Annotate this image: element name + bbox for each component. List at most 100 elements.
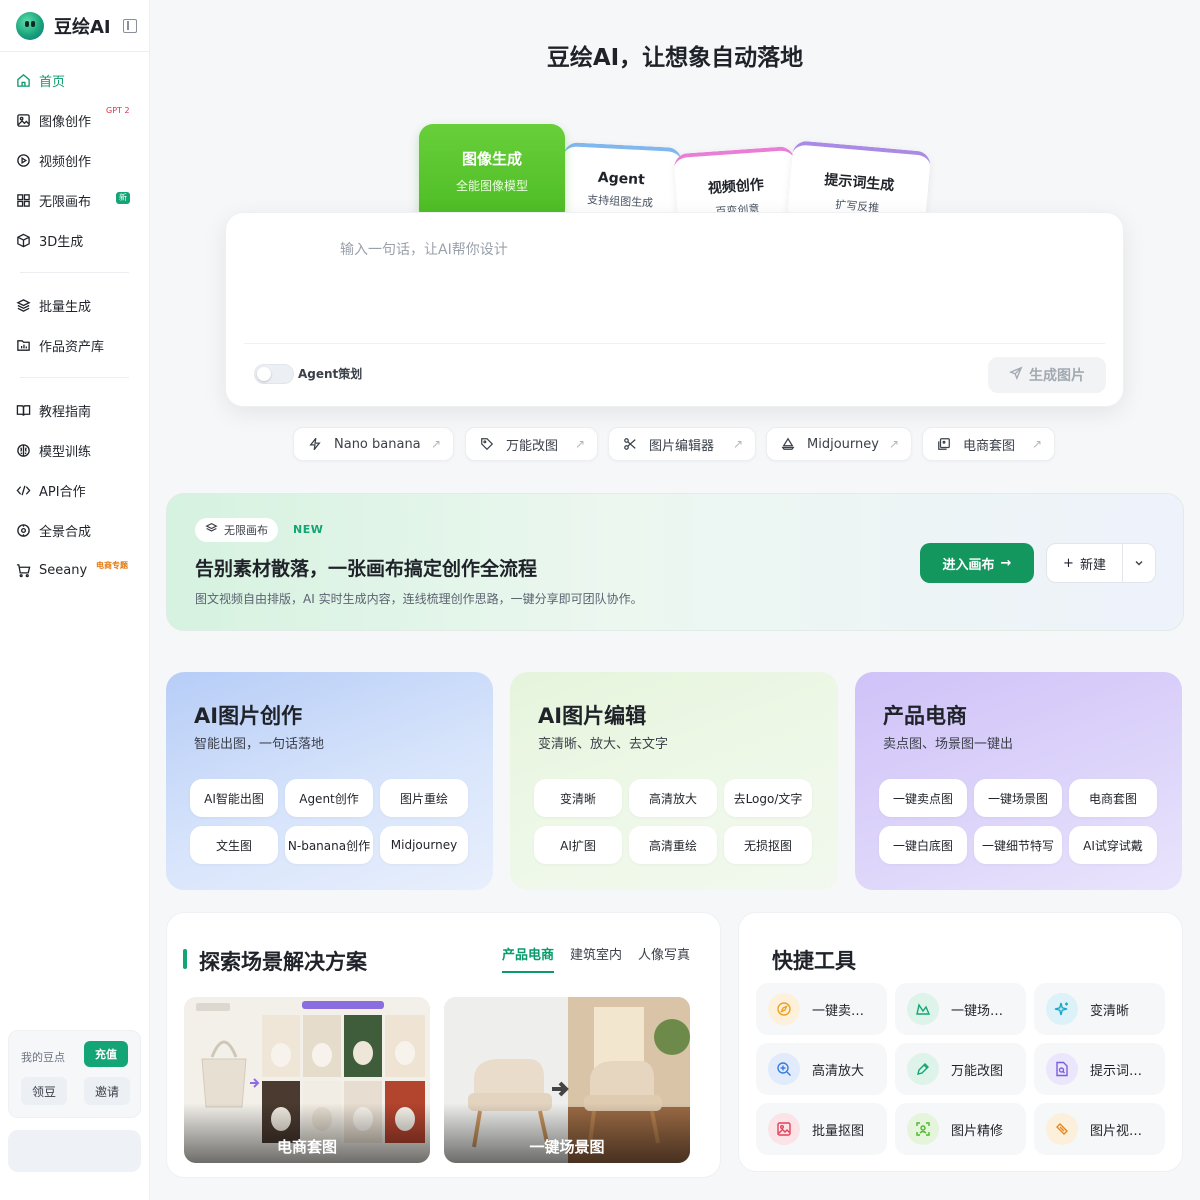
gallery-icon: [937, 437, 951, 451]
chevron-down-icon[interactable]: [1123, 558, 1155, 568]
banner-description: 图文视频自由排版，AI 实时生成内容，连线梳理创作思路，一键分享即可团队协作。: [195, 592, 643, 606]
new-canvas-main[interactable]: + 新建: [1047, 544, 1123, 582]
sidebar-item-label: API合作: [39, 484, 86, 500]
sidebar-item-infinite-canvas[interactable]: 无限画布 新: [0, 180, 149, 220]
user-profile-box[interactable]: [8, 1130, 141, 1172]
tool-batch-cutout[interactable]: 批量抠图: [756, 1103, 887, 1155]
tool-sharpen[interactable]: 变清晰: [1034, 983, 1165, 1035]
arrow-right-icon: →: [1000, 555, 1012, 571]
tool-image-video[interactable]: 图片视…: [1034, 1103, 1165, 1155]
external-arrow-icon: ↗: [1031, 437, 1042, 451]
tool-prompt[interactable]: 提示词…: [1034, 1043, 1165, 1095]
sidebar-item-assets[interactable]: 作品资产库: [0, 325, 149, 365]
banner-title: 告别素材散落，一张画布搞定创作全流程: [195, 558, 538, 580]
sidebar-item-video-creation[interactable]: 视频创作: [0, 140, 149, 180]
sidebar-item-label: 全景合成: [39, 524, 92, 540]
category-button[interactable]: 变清晰: [534, 779, 622, 817]
invite-button[interactable]: 邀请: [84, 1077, 130, 1105]
category-button[interactable]: 文生图: [190, 826, 278, 864]
tab-scene-portrait[interactable]: 人像写真: [638, 944, 690, 963]
chip-universal-edit[interactable]: 万能改图 ↗: [465, 427, 598, 461]
brain-icon: [15, 442, 31, 458]
sidebar-item-model-training[interactable]: 模型训练: [0, 430, 149, 470]
tab-subtitle: 全能图像模型: [455, 179, 528, 193]
image-icon: [15, 112, 31, 128]
banner-pill-label: 无限画布: [224, 524, 268, 537]
tab-title: 视频创作: [707, 177, 765, 197]
category-button[interactable]: 一键白底图: [879, 826, 967, 864]
category-button[interactable]: Midjourney: [380, 826, 468, 864]
sidebar-item-3d[interactable]: 3D生成: [0, 220, 149, 260]
tool-upscale[interactable]: 高清放大: [756, 1043, 887, 1095]
logo-icon: [16, 11, 44, 40]
nav-divider: [20, 272, 129, 273]
book-icon: [15, 402, 31, 418]
category-button[interactable]: AI智能出图: [190, 779, 278, 817]
category-ai-image-creation: AI图片创作 智能出图，一句话落地 AI智能出图 Agent创作 图片重绘 文生…: [166, 672, 493, 890]
tool-label: 图片视…: [1090, 1123, 1143, 1139]
tag-icon: [480, 437, 494, 451]
sidebar-item-home[interactable]: 首页: [0, 60, 149, 100]
tab-image-generation[interactable]: 图像生成 全能图像模型: [419, 124, 565, 224]
cart-icon: [15, 562, 31, 578]
scene-card-one-click-scene[interactable]: 一键场景图: [444, 997, 690, 1163]
sidebar-item-tutorial[interactable]: 教程指南: [0, 390, 149, 430]
sparkle-icon: [1046, 993, 1078, 1025]
enter-canvas-button[interactable]: 进入画布 →: [920, 543, 1034, 583]
category-title: AI图片编辑: [538, 704, 647, 728]
sidebar-item-seeany[interactable]: Seeany 电商专题: [0, 550, 149, 590]
chip-midjourney[interactable]: Midjourney ↗: [766, 427, 912, 461]
tool-label: 万能改图: [951, 1063, 1004, 1079]
tool-retouch[interactable]: 图片精修: [895, 1103, 1026, 1155]
chip-nano-banana[interactable]: Nano banana ↗: [293, 427, 454, 461]
category-button[interactable]: 一键细节特写: [974, 826, 1062, 864]
sidebar-item-image-creation[interactable]: 图像创作 GPT 2: [0, 100, 149, 140]
tool-scene-image[interactable]: 一键场…: [895, 983, 1026, 1035]
chip-ecommerce-set[interactable]: 电商套图 ↗: [922, 427, 1055, 461]
tool-selling-point[interactable]: 一键卖…: [756, 983, 887, 1035]
prompt-input[interactable]: 输入一句话，让AI帮你设计: [340, 239, 508, 259]
page-title: 豆绘AI，让想象自动落地: [546, 45, 804, 71]
sidebar-item-panorama[interactable]: 全景合成: [0, 510, 149, 550]
quick-tools: 快捷工具 一键卖… 一键场… 变清晰 高清放大 万能改图 提示词… 批量抠图 图…: [738, 912, 1183, 1172]
agent-toggle[interactable]: [254, 364, 294, 384]
sidebar-item-batch[interactable]: 批量生成: [0, 285, 149, 325]
category-button[interactable]: AI扩图: [534, 826, 622, 864]
category-button[interactable]: 无损抠图: [724, 826, 812, 864]
category-button[interactable]: 高清重绘: [629, 826, 717, 864]
tool-universal-edit[interactable]: 万能改图: [895, 1043, 1026, 1095]
category-button[interactable]: N-banana创作: [285, 826, 373, 864]
generate-button[interactable]: 生成图片: [988, 357, 1106, 393]
generate-button-label: 生成图片: [1029, 368, 1085, 384]
tab-scene-ecommerce[interactable]: 产品电商: [502, 944, 555, 973]
ecommerce-badge: 电商专题: [96, 561, 128, 570]
logo-row: 豆绘AI: [0, 0, 149, 52]
compass-icon: [768, 993, 800, 1025]
category-title: AI图片创作: [194, 704, 303, 728]
enter-canvas-label: 进入画布: [942, 557, 995, 573]
category-button[interactable]: 去Logo/文字: [724, 779, 812, 817]
scene-card-ecommerce-set[interactable]: 电商套图: [184, 997, 430, 1163]
tab-scene-architecture[interactable]: 建筑室内: [570, 944, 622, 963]
sidebar-item-api[interactable]: API合作: [0, 470, 149, 510]
sailboat-icon: [781, 437, 795, 451]
category-button[interactable]: 高清放大: [629, 779, 717, 817]
category-button[interactable]: 图片重绘: [380, 779, 468, 817]
scene-card-caption: 一键场景图: [444, 1103, 690, 1163]
chip-image-editor[interactable]: 图片编辑器 ↗: [608, 427, 756, 461]
category-title: 产品电商: [883, 704, 967, 728]
category-button[interactable]: 一键卖点图: [879, 779, 967, 817]
category-button[interactable]: Agent创作: [285, 779, 373, 817]
recharge-button[interactable]: 充值: [84, 1041, 128, 1067]
lightning-icon: [308, 437, 322, 451]
zoom-in-icon: [768, 1053, 800, 1085]
sidebar-item-label: 图像创作: [39, 114, 92, 130]
category-button[interactable]: 一键场景图: [974, 779, 1062, 817]
scissors-icon: [623, 437, 637, 451]
file-search-icon: [1046, 1053, 1078, 1085]
sidebar-collapse-icon[interactable]: [123, 18, 137, 33]
category-button[interactable]: 电商套图: [1069, 779, 1157, 817]
category-button[interactable]: AI试穿试戴: [1069, 826, 1157, 864]
external-arrow-icon: ↗: [430, 437, 441, 451]
claim-points-button[interactable]: 领豆: [21, 1077, 67, 1105]
